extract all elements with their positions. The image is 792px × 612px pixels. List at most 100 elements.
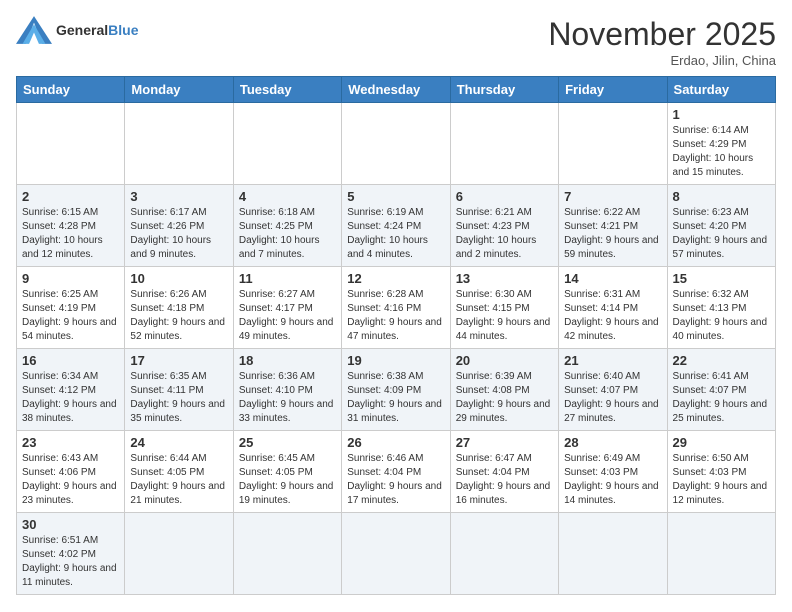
- day-info: Sunrise: 6:22 AM Sunset: 4:21 PM Dayligh…: [564, 206, 661, 262]
- day-number: 18: [239, 353, 336, 368]
- day-info: Sunrise: 6:36 AM Sunset: 4:10 PM Dayligh…: [239, 370, 336, 426]
- day-number: 17: [130, 353, 227, 368]
- calendar-cell: 19Sunrise: 6:38 AM Sunset: 4:09 PM Dayli…: [342, 349, 450, 431]
- calendar-cell: 16Sunrise: 6:34 AM Sunset: 4:12 PM Dayli…: [17, 349, 125, 431]
- page-header: GeneralBlue November 2025 Erdao, Jilin, …: [16, 16, 776, 68]
- day-info: Sunrise: 6:31 AM Sunset: 4:14 PM Dayligh…: [564, 288, 661, 344]
- weekday-header-sunday: Sunday: [17, 77, 125, 103]
- calendar-cell: 2 Sunrise: 6:15 AM Sunset: 4:28 PM Daylig…: [17, 185, 125, 267]
- calendar-cell: 8Sunrise: 6:23 AM Sunset: 4:20 PM Daylig…: [667, 185, 775, 267]
- day-number: 7: [564, 189, 661, 204]
- logo-text-general: GeneralBlue: [56, 22, 138, 38]
- day-number: 2: [22, 189, 119, 204]
- calendar-cell: 25Sunrise: 6:45 AM Sunset: 4:05 PM Dayli…: [233, 431, 341, 513]
- day-info: Sunrise: 6:26 AM Sunset: 4:18 PM Dayligh…: [130, 288, 227, 344]
- day-number: 5: [347, 189, 444, 204]
- calendar-cell: 22 Sunrise: 6:41 AM Sunset: 4:07 PM Dayli…: [667, 349, 775, 431]
- day-number: 27: [456, 435, 553, 450]
- day-number: 30: [22, 517, 119, 532]
- calendar-cell: [233, 103, 341, 185]
- day-info: Sunrise: 6:35 AM Sunset: 4:11 PM Dayligh…: [130, 370, 227, 426]
- day-info: Sunrise: 6:39 AM Sunset: 4:08 PM Dayligh…: [456, 370, 553, 426]
- day-number: 10: [130, 271, 227, 286]
- day-info: Sunrise: 6:14 AM Sunset: 4:29 PM Dayligh…: [673, 124, 770, 180]
- day-info: Sunrise: 6:27 AM Sunset: 4:17 PM Dayligh…: [239, 288, 336, 344]
- calendar-cell: 29 Sunrise: 6:50 AM Sunset: 4:03 PM Dayli…: [667, 431, 775, 513]
- calendar-cell: [342, 103, 450, 185]
- day-info: Sunrise: 6:28 AM Sunset: 4:16 PM Dayligh…: [347, 288, 444, 344]
- calendar-cell: [450, 103, 558, 185]
- day-number: 12: [347, 271, 444, 286]
- day-info: Sunrise: 6:41 AM Sunset: 4:07 PM Dayligh…: [673, 370, 770, 426]
- calendar-cell: 13Sunrise: 6:30 AM Sunset: 4:15 PM Dayli…: [450, 267, 558, 349]
- weekday-header-friday: Friday: [559, 77, 667, 103]
- calendar-cell: 18 Sunrise: 6:36 AM Sunset: 4:10 PM Dayli…: [233, 349, 341, 431]
- month-title: November 2025: [548, 16, 776, 53]
- calendar-cell: 27Sunrise: 6:47 AM Sunset: 4:04 PM Dayli…: [450, 431, 558, 513]
- day-number: 13: [456, 271, 553, 286]
- day-number: 14: [564, 271, 661, 286]
- day-info: Sunrise: 6:17 AM Sunset: 4:26 PM Dayligh…: [130, 206, 227, 262]
- calendar-cell: [450, 513, 558, 595]
- day-info: Sunrise: 6:40 AM Sunset: 4:07 PM Dayligh…: [564, 370, 661, 426]
- day-number: 11: [239, 271, 336, 286]
- day-info: Sunrise: 6:15 AM Sunset: 4:28 PM Dayligh…: [22, 206, 119, 262]
- day-number: 19: [347, 353, 444, 368]
- calendar-cell: 6Sunrise: 6:21 AM Sunset: 4:23 PM Daylig…: [450, 185, 558, 267]
- calendar-cell: 5 Sunrise: 6:19 AM Sunset: 4:24 PM Daylig…: [342, 185, 450, 267]
- day-number: 8: [673, 189, 770, 204]
- day-number: 9: [22, 271, 119, 286]
- weekday-header-tuesday: Tuesday: [233, 77, 341, 103]
- day-number: 22: [673, 353, 770, 368]
- day-number: 28: [564, 435, 661, 450]
- day-info: Sunrise: 6:51 AM Sunset: 4:02 PM Dayligh…: [22, 534, 119, 590]
- calendar-cell: 4Sunrise: 6:18 AM Sunset: 4:25 PM Daylig…: [233, 185, 341, 267]
- calendar-cell: [342, 513, 450, 595]
- day-number: 4: [239, 189, 336, 204]
- calendar-cell: 11 Sunrise: 6:27 AM Sunset: 4:17 PM Dayli…: [233, 267, 341, 349]
- day-info: Sunrise: 6:49 AM Sunset: 4:03 PM Dayligh…: [564, 452, 661, 508]
- day-info: Sunrise: 6:50 AM Sunset: 4:03 PM Dayligh…: [673, 452, 770, 508]
- calendar-cell: 28 Sunrise: 6:49 AM Sunset: 4:03 PM Dayli…: [559, 431, 667, 513]
- day-number: 20: [456, 353, 553, 368]
- day-number: 15: [673, 271, 770, 286]
- calendar-cell: 10 Sunrise: 6:26 AM Sunset: 4:18 PM Dayli…: [125, 267, 233, 349]
- day-number: 23: [22, 435, 119, 450]
- calendar-week-row: 9 Sunrise: 6:25 AM Sunset: 4:19 PM Daylig…: [17, 267, 776, 349]
- weekday-header-row: SundayMondayTuesdayWednesdayThursdayFrid…: [17, 77, 776, 103]
- weekday-header-wednesday: Wednesday: [342, 77, 450, 103]
- calendar-cell: [559, 103, 667, 185]
- day-number: 26: [347, 435, 444, 450]
- calendar-cell: 1 Sunrise: 6:14 AM Sunset: 4:29 PM Daylig…: [667, 103, 775, 185]
- location-subtitle: Erdao, Jilin, China: [548, 53, 776, 68]
- weekday-header-saturday: Saturday: [667, 77, 775, 103]
- day-info: Sunrise: 6:45 AM Sunset: 4:05 PM Dayligh…: [239, 452, 336, 508]
- weekday-header-monday: Monday: [125, 77, 233, 103]
- calendar-week-row: 2 Sunrise: 6:15 AM Sunset: 4:28 PM Daylig…: [17, 185, 776, 267]
- calendar-cell: 12 Sunrise: 6:28 AM Sunset: 4:16 PM Dayli…: [342, 267, 450, 349]
- calendar-cell: 24Sunrise: 6:44 AM Sunset: 4:05 PM Dayli…: [125, 431, 233, 513]
- calendar-cell: [233, 513, 341, 595]
- calendar-cell: 15 Sunrise: 6:32 AM Sunset: 4:13 PM Dayli…: [667, 267, 775, 349]
- calendar-cell: 30 Sunrise: 6:51 AM Sunset: 4:02 PM Dayli…: [17, 513, 125, 595]
- logo-icon: [16, 16, 52, 44]
- day-number: 16: [22, 353, 119, 368]
- day-number: 3: [130, 189, 227, 204]
- day-info: Sunrise: 6:46 AM Sunset: 4:04 PM Dayligh…: [347, 452, 444, 508]
- day-number: 1: [673, 107, 770, 122]
- calendar-week-row: 23 Sunrise: 6:43 AM Sunset: 4:06 PM Dayli…: [17, 431, 776, 513]
- day-info: Sunrise: 6:25 AM Sunset: 4:19 PM Dayligh…: [22, 288, 119, 344]
- day-info: Sunrise: 6:43 AM Sunset: 4:06 PM Dayligh…: [22, 452, 119, 508]
- calendar-week-row: 16Sunrise: 6:34 AM Sunset: 4:12 PM Dayli…: [17, 349, 776, 431]
- calendar-week-row: 30 Sunrise: 6:51 AM Sunset: 4:02 PM Dayli…: [17, 513, 776, 595]
- day-number: 29: [673, 435, 770, 450]
- calendar-week-row: 1 Sunrise: 6:14 AM Sunset: 4:29 PM Daylig…: [17, 103, 776, 185]
- calendar-cell: 7 Sunrise: 6:22 AM Sunset: 4:21 PM Daylig…: [559, 185, 667, 267]
- weekday-header-thursday: Thursday: [450, 77, 558, 103]
- day-info: Sunrise: 6:32 AM Sunset: 4:13 PM Dayligh…: [673, 288, 770, 344]
- calendar-table: SundayMondayTuesdayWednesdayThursdayFrid…: [16, 76, 776, 595]
- calendar-cell: 14 Sunrise: 6:31 AM Sunset: 4:14 PM Dayli…: [559, 267, 667, 349]
- calendar-cell: 20 Sunrise: 6:39 AM Sunset: 4:08 PM Dayli…: [450, 349, 558, 431]
- day-info: Sunrise: 6:19 AM Sunset: 4:24 PM Dayligh…: [347, 206, 444, 262]
- calendar-cell: [125, 513, 233, 595]
